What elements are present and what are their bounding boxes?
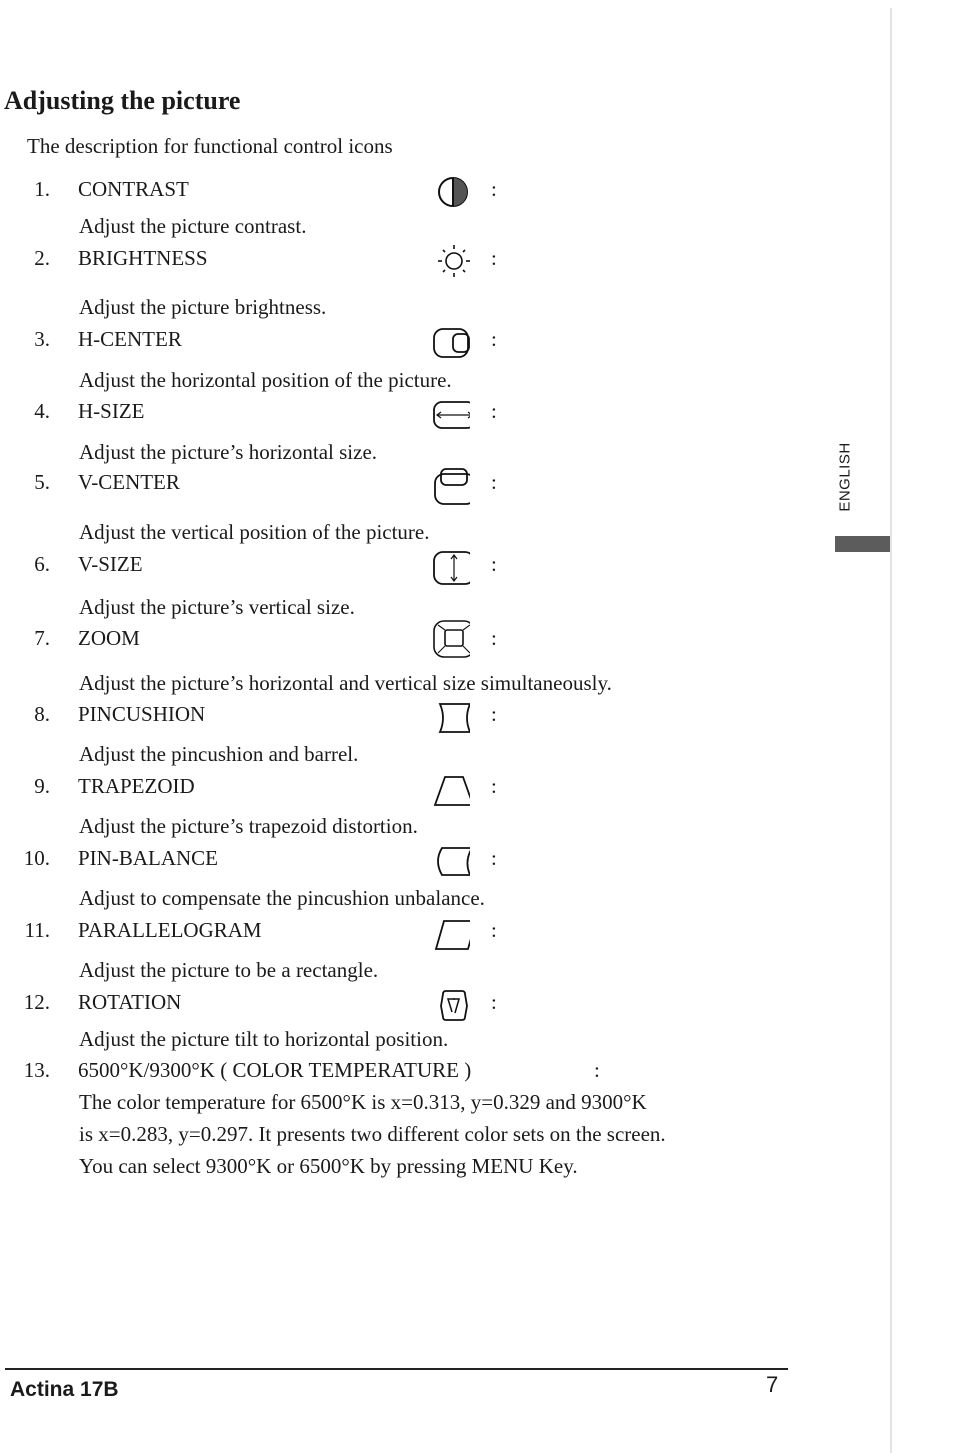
colon: :: [491, 774, 497, 798]
zoom-icon: [420, 617, 470, 658]
colon: :: [594, 1058, 600, 1082]
item-label: ZOOM: [78, 626, 140, 650]
item-label: V-CENTER: [78, 470, 180, 494]
item-number: 9.: [34, 774, 50, 798]
item-description: Adjust the picture brightness.: [79, 295, 327, 319]
colon: :: [491, 626, 497, 650]
colon: :: [491, 246, 497, 270]
item-label: PINCUSHION: [78, 702, 206, 726]
h-center-icon: [420, 324, 470, 364]
page-edge-line: [890, 8, 892, 1453]
item-label: CONTRAST: [78, 177, 189, 201]
item-number: 7.: [34, 626, 50, 650]
item-description: Adjust the picture’s horizontal size.: [79, 440, 378, 464]
item-label: BRIGHTNESS: [78, 246, 208, 270]
item-number: 2.: [34, 246, 50, 270]
color-temp-line-2: is x=0.283, y=0.297. It presents two dif…: [79, 1122, 666, 1146]
item-label: PARALLELOGRAM: [78, 918, 262, 942]
item-label: H-CENTER: [78, 327, 182, 351]
v-center-icon: [420, 466, 470, 506]
item-label: 6500°K/9300°K ( COLOR TEMPERATURE ): [78, 1058, 472, 1082]
item-label: TRAPEZOID: [78, 774, 195, 798]
brightness-sun-icon: [420, 240, 470, 280]
rotation-icon: [420, 986, 470, 1026]
item-number: 11.: [24, 918, 50, 942]
h-size-icon: [420, 394, 470, 434]
colon: :: [491, 552, 497, 576]
item-label: ROTATION: [78, 990, 182, 1014]
item-description: Adjust the picture’s trapezoid distortio…: [79, 814, 418, 838]
item-description: Adjust the picture contrast.: [79, 214, 307, 238]
colon: :: [491, 399, 497, 423]
color-temp-line-1: The color temperature for 6500°K is x=0.…: [79, 1090, 647, 1114]
item-description: Adjust to compensate the pincushion unba…: [79, 886, 485, 910]
item-number: 5.: [34, 470, 50, 494]
language-side-label: ENGLISH: [826, 432, 864, 522]
footer-rule: [5, 1368, 788, 1370]
item-description: Adjust the vertical position of the pict…: [79, 520, 430, 544]
item-number: 12.: [23, 990, 50, 1014]
page-title: Adjusting the picture: [4, 86, 241, 115]
item-label: H-SIZE: [78, 399, 145, 423]
language-tab-marker: [835, 536, 890, 552]
colon: :: [491, 702, 497, 726]
pincushion-icon: [420, 700, 470, 740]
pin-balance-icon: [420, 844, 470, 884]
colon: :: [491, 327, 497, 351]
color-temp-line-3: You can select 9300°K or 6500°K by press…: [79, 1154, 578, 1178]
v-size-icon: [420, 548, 470, 588]
language-label-text: ENGLISH: [836, 442, 854, 512]
item-number: 4.: [34, 399, 50, 423]
contrast-icon: [420, 174, 470, 214]
item-number: 3.: [34, 327, 50, 351]
item-description: Adjust the picture’s vertical size.: [79, 595, 355, 619]
item-number: 6.: [34, 552, 50, 576]
item-description: Adjust the pincushion and barrel.: [79, 742, 359, 766]
colon: :: [491, 846, 497, 870]
item-description: Adjust the picture’s horizontal and vert…: [79, 671, 612, 695]
item-label: PIN-BALANCE: [78, 846, 218, 870]
intro-text: The description for functional control i…: [27, 134, 393, 158]
parallelogram-icon: [420, 916, 470, 956]
footer-brand: Actina 17B: [10, 1378, 119, 1401]
item-number: 10.: [23, 846, 50, 870]
item-number: 13.: [23, 1058, 50, 1082]
item-description: Adjust the picture tilt to horizontal po…: [79, 1027, 449, 1051]
item-description: Adjust the horizontal position of the pi…: [79, 368, 452, 392]
colon: :: [491, 470, 497, 494]
colon: :: [491, 177, 497, 201]
colon: :: [491, 918, 497, 942]
item-number: 1.: [34, 177, 50, 201]
item-label: V-SIZE: [78, 552, 143, 576]
trapezoid-icon: [420, 772, 470, 812]
colon: :: [491, 990, 497, 1014]
item-description: Adjust the picture to be a rectangle.: [79, 958, 379, 982]
page-number: 7: [766, 1372, 779, 1397]
item-number: 8.: [34, 702, 50, 726]
